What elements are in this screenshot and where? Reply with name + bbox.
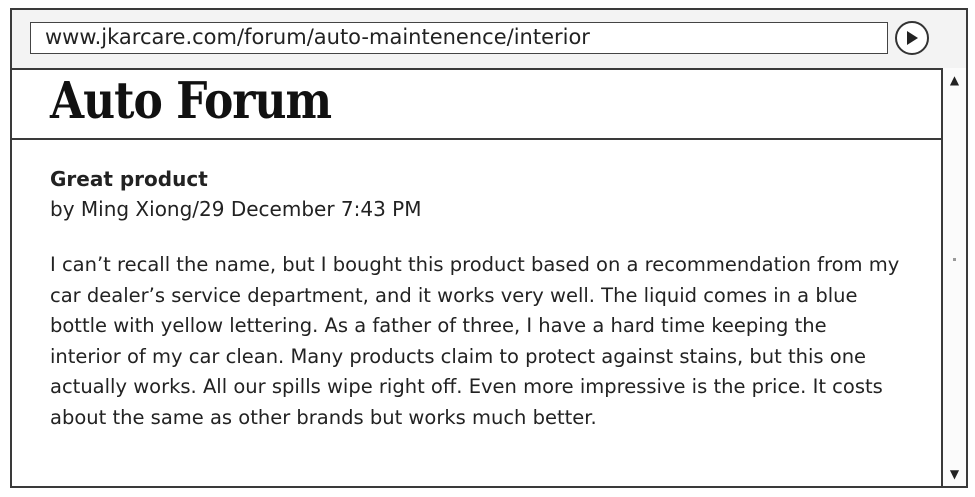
scroll-thumb[interactable]	[953, 258, 956, 261]
post-body: I can’t recall the name, but I bought th…	[50, 253, 900, 429]
play-triangle-icon	[907, 31, 918, 45]
go-button[interactable]	[895, 21, 929, 55]
post-title: Great product	[50, 167, 208, 191]
url-field[interactable]: www.jkarcare.com/forum/auto-maintenence/…	[30, 22, 888, 54]
post-byline: by Ming Xiong/29 December 7:43 PM	[50, 197, 422, 221]
site-header: Auto Forum	[12, 68, 943, 140]
scroll-down-icon[interactable]: ▼	[943, 464, 966, 484]
address-bar: www.jkarcare.com/forum/auto-maintenence/…	[12, 10, 966, 70]
page-content: Auto Forum Great product by Ming Xiong/2…	[12, 68, 943, 486]
vertical-scrollbar[interactable]: ▲ ▼	[941, 68, 966, 486]
site-title: Auto Forum	[50, 72, 332, 131]
forum-post: Great product by Ming Xiong/29 December …	[12, 140, 900, 433]
browser-window: www.jkarcare.com/forum/auto-maintenence/…	[10, 8, 968, 488]
scroll-up-icon[interactable]: ▲	[943, 70, 966, 90]
